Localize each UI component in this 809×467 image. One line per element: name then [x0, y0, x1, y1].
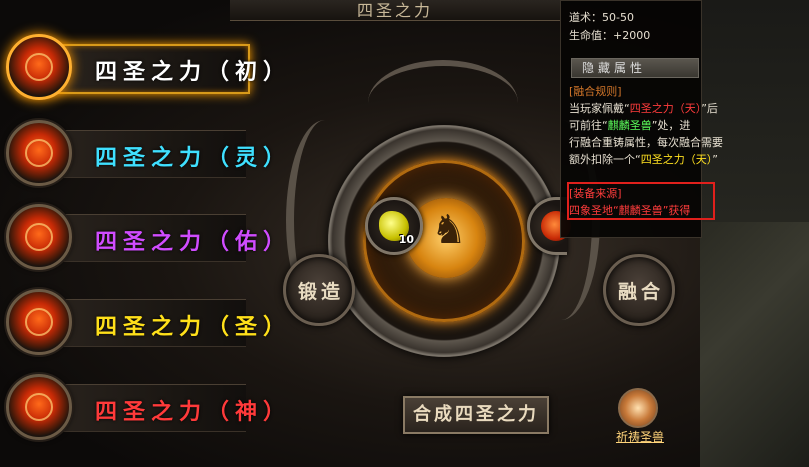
pray-beast-button[interactable]: 祈祷圣兽 [608, 388, 672, 448]
source-highlight-box [567, 182, 715, 220]
pray-beast-link[interactable]: 祈祷圣兽 [608, 428, 672, 445]
rule-text: 当玩家佩戴“ [569, 102, 630, 115]
material-slot-left[interactable]: 10 [365, 197, 423, 255]
npc-name: 麒麟圣兽 [607, 119, 652, 132]
fire-orb-icon [6, 374, 72, 440]
list-item-chu[interactable]: 四圣之力（初） [0, 28, 285, 106]
warrior-figure-icon: ♞ [431, 207, 467, 253]
fire-orb-icon [6, 204, 72, 270]
game-window: 四圣之力 四圣之力（初） 四圣之力（灵） 四圣之力（佑） 四圣之力（圣） 四圣之… [0, 0, 809, 467]
fusion-rule-line2: 可前往“麒麟圣兽”处，进 [569, 117, 690, 133]
fusion-rule-line1: 当玩家佩戴“四圣之力（天）”后 [569, 100, 718, 116]
page-title: 四圣之力 [356, 1, 433, 20]
item-name-tian: 四圣之力（天） [640, 153, 713, 166]
forge-button[interactable]: 锻造 [283, 254, 355, 326]
fusion-rule-line3: 行融合重铸属性，每次融合需要 [569, 136, 723, 149]
fusion-rule-line4: 额外扣除一个“四圣之力（天）” [569, 151, 718, 167]
title-bar: 四圣之力 [230, 0, 560, 21]
tooltip-dao: 道术：50-50 [569, 11, 634, 24]
scenery-background [700, 222, 809, 467]
tooltip-hp: 生命值：+2000 [569, 29, 651, 42]
fire-orb-icon [6, 120, 72, 186]
list-item-shen[interactable]: 四圣之力（神） [0, 368, 285, 446]
list-item-label: 四圣之力（初） [95, 60, 292, 85]
item-name-tian: 四圣之力（天） [629, 102, 702, 115]
list-item-label: 四圣之力（圣） [95, 315, 292, 340]
rule-text: ” [712, 153, 718, 166]
rule-text: 可前往“ [569, 119, 608, 132]
rule-text: ”处，进 [651, 119, 691, 132]
list-item-ling[interactable]: 四圣之力（灵） [0, 114, 285, 192]
list-item-you[interactable]: 四圣之力（佑） [0, 198, 285, 276]
list-item-label: 四圣之力（佑） [95, 230, 292, 255]
list-item-label: 四圣之力（灵） [95, 146, 292, 171]
fusion-rule-title: [融合规则] [569, 85, 622, 98]
fire-orb-icon [6, 289, 72, 355]
rule-text: 额外扣除一个“ [569, 153, 641, 166]
item-count: 10 [398, 233, 414, 246]
hidden-attribute-header[interactable]: 隐藏属性 [571, 58, 699, 78]
rule-text: ”后 [701, 102, 718, 115]
scroll-icon [618, 388, 658, 428]
fuse-button[interactable]: 融合 [603, 254, 675, 326]
list-item-label: 四圣之力（神） [95, 400, 292, 425]
power-list: 四圣之力（初） 四圣之力（灵） 四圣之力（佑） 四圣之力（圣） 四圣之力（神） [0, 28, 285, 467]
list-item-sheng[interactable]: 四圣之力（圣） [0, 283, 285, 361]
craft-button[interactable]: 合成四圣之力 [403, 396, 549, 434]
fire-dragon-orb-icon [6, 34, 72, 100]
